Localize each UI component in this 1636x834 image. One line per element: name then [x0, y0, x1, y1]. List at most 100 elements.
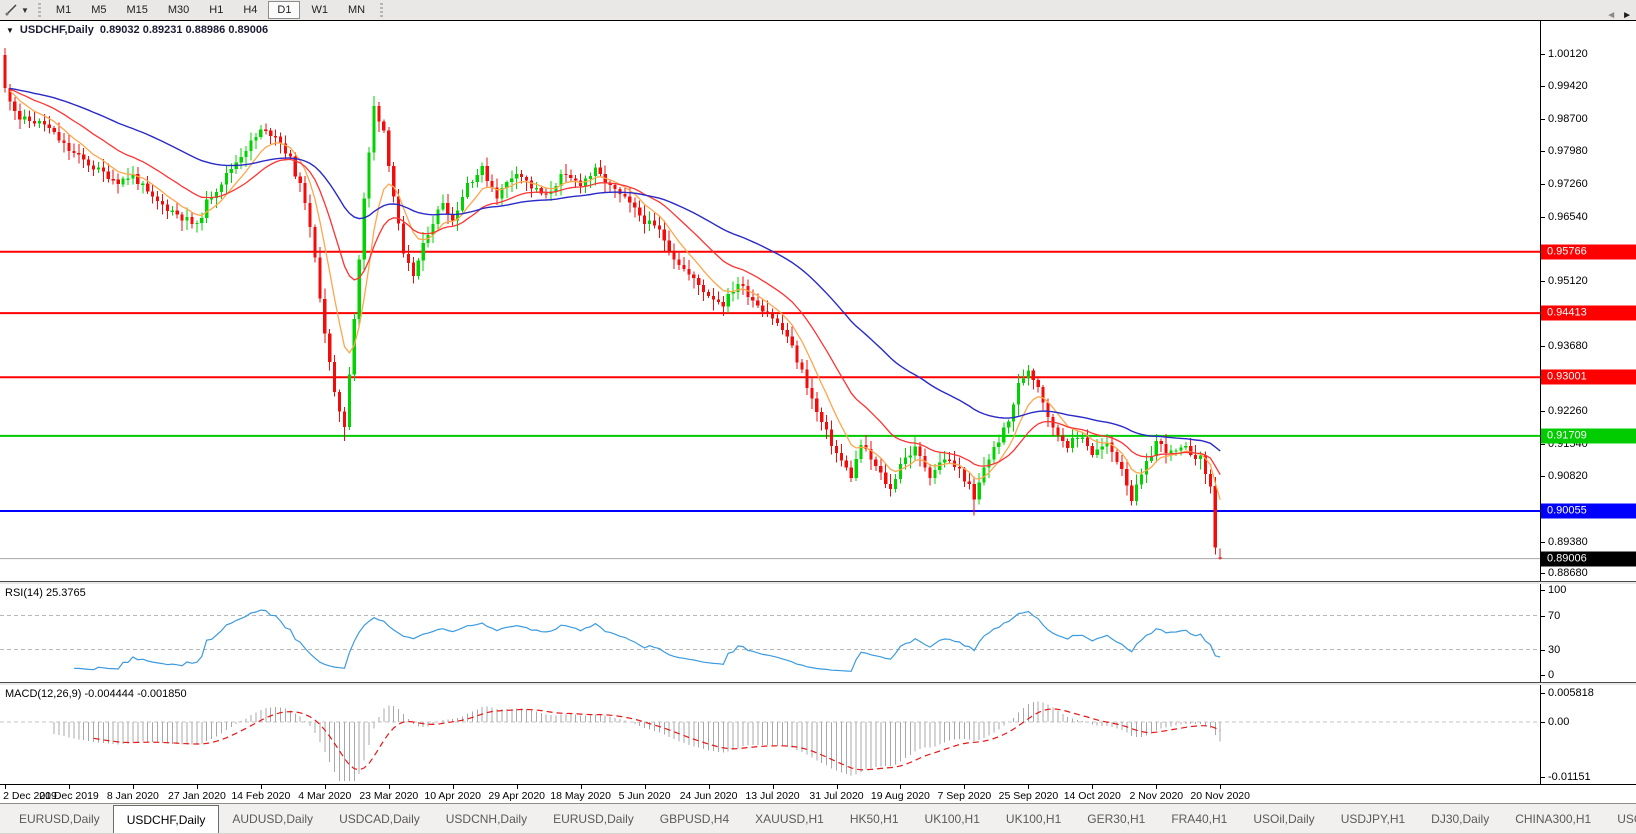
chart-tab-uk100-h1[interactable]: UK100,H1 [993, 804, 1074, 833]
date-tick [1156, 785, 1157, 789]
price-level-badge: 0.90055 [1541, 504, 1636, 519]
date-tick [389, 785, 390, 789]
price-axis-label: 0.99420 [1548, 80, 1588, 92]
price-axis-label: 0.95120 [1548, 275, 1588, 287]
date-tick [197, 785, 198, 789]
date-label: 24 Jun 2020 [680, 790, 738, 802]
date-tick [261, 785, 262, 789]
date-tick [964, 785, 965, 789]
chart-tab-dj30-daily[interactable]: DJ30,Daily [1418, 804, 1502, 833]
chart-tab-usdcnh-daily[interactable]: USDCNH,Daily [433, 804, 540, 833]
date-label: 13 Jul 2020 [745, 790, 799, 802]
date-tick [69, 785, 70, 789]
date-tick [581, 785, 582, 789]
rsi-plot[interactable] [0, 584, 1540, 682]
chart-tab-xauusd-h1[interactable]: XAUUSD,H1 [742, 804, 837, 833]
timeframe-m15[interactable]: M15 [117, 1, 156, 19]
date-label: 23 Mar 2020 [359, 790, 418, 802]
chart-tab-gbpusd-h4[interactable]: GBPUSD,H4 [647, 804, 742, 833]
date-label: 25 Sep 2020 [999, 790, 1059, 802]
chart-tab-audusd-daily[interactable]: AUDUSD,Daily [219, 804, 326, 833]
date-tick [1092, 785, 1093, 789]
price-axis-label: 0.88680 [1548, 567, 1588, 579]
macd-panel: MACD(12,26,9) -0.004444 -0.001850 0.0058… [0, 685, 1636, 784]
date-tick [1028, 785, 1029, 789]
date-label: 14 Feb 2020 [231, 790, 290, 802]
timeframe-m1[interactable]: M1 [47, 1, 80, 19]
chart-tab-uk100-h1[interactable]: UK100,H1 [912, 804, 993, 833]
date-label: 29 Apr 2020 [488, 790, 545, 802]
rsi-label: RSI(14) 25.3765 [5, 587, 86, 599]
chart-tab-ger30-h1[interactable]: GER30,H1 [1074, 804, 1158, 833]
date-label: 10 Apr 2020 [424, 790, 481, 802]
rsi-axis[interactable]: 10070300 [1540, 584, 1636, 682]
chart-symbol-label: USDCHF,Daily [20, 24, 94, 36]
price-axis-label: 0.90820 [1548, 470, 1588, 482]
date-tick [133, 785, 134, 789]
price-axis-label: 0.89380 [1548, 536, 1588, 548]
date-label: 14 Oct 2020 [1064, 790, 1121, 802]
date-label: 5 Jun 2020 [619, 790, 671, 802]
date-label: 31 Jul 2020 [809, 790, 863, 802]
rsi-panel: RSI(14) 25.3765 10070300 [0, 584, 1636, 682]
date-tick [1220, 785, 1221, 789]
chart-title[interactable]: ▼ USDCHF,Daily 0.89032 0.89231 0.88986 0… [6, 24, 268, 36]
macd-axis-label: -0.01151 [1548, 771, 1591, 783]
price-axis-label: 0.97980 [1548, 145, 1588, 157]
date-label: 19 Aug 2020 [871, 790, 930, 802]
price-level-badge: 0.94413 [1541, 306, 1636, 321]
price-axis-label: 0.96540 [1548, 211, 1588, 223]
date-label: 18 May 2020 [550, 790, 611, 802]
date-label: 8 Jan 2020 [107, 790, 159, 802]
date-tick [517, 785, 518, 789]
chart-tab-bar: EURUSD,DailyUSDCHF,DailyAUDUSD,DailyUSDC… [0, 803, 1636, 833]
trendline-tool-icon[interactable] [4, 3, 18, 17]
macd-axis[interactable]: 0.0058180.00-0.01151 [1540, 685, 1636, 784]
chart-tab-usoil-h1[interactable]: USOil,H1 [1604, 804, 1636, 833]
tab-scroll-right-icon[interactable]: ► [1622, 10, 1632, 21]
date-label: 20 Nov 2020 [1190, 790, 1250, 802]
timeframe-m30[interactable]: M30 [159, 1, 198, 19]
tool-dropdown-caret-icon[interactable]: ▼ [21, 6, 29, 15]
chart-ohlc-values: 0.89032 0.89231 0.88986 0.89006 [100, 24, 268, 36]
timeframe-h1[interactable]: H1 [200, 1, 232, 19]
price-axis-label: 0.93680 [1548, 340, 1588, 352]
toolbar-grip[interactable] [38, 3, 41, 17]
date-tick [645, 785, 646, 789]
macd-label: MACD(12,26,9) -0.004444 -0.001850 [5, 688, 187, 700]
chart-tab-usdchf-daily[interactable]: USDCHF,Daily [113, 805, 220, 833]
date-label: 7 Sep 2020 [938, 790, 992, 802]
chart-collapse-icon[interactable]: ▼ [6, 26, 14, 35]
timeframe-m5[interactable]: M5 [82, 1, 115, 19]
price-axis-label: 0.97260 [1548, 178, 1588, 190]
timeframe-mn[interactable]: MN [339, 1, 374, 19]
main-chart-plot[interactable] [0, 21, 1540, 581]
chart-tab-usoil-daily[interactable]: USOil,Daily [1240, 804, 1327, 833]
date-tick [325, 785, 326, 789]
macd-plot[interactable] [0, 685, 1540, 784]
price-axis[interactable]: 1.001200.994200.987000.979800.972600.965… [1540, 21, 1636, 581]
chart-tab-fra40-h1[interactable]: FRA40,H1 [1158, 804, 1240, 833]
date-axis[interactable]: 2 Dec 201920 Dec 20198 Jan 202027 Jan 20… [0, 784, 1636, 804]
date-tick [5, 785, 6, 789]
chart-tab-hk50-h1[interactable]: HK50,H1 [837, 804, 912, 833]
rsi-axis-label: 100 [1548, 584, 1566, 596]
date-label: 4 Mar 2020 [298, 790, 351, 802]
chart-tab-eurusd-daily[interactable]: EURUSD,Daily [6, 804, 113, 833]
current-price-badge: 0.89006 [1541, 551, 1636, 566]
date-label: 20 Dec 2019 [39, 790, 99, 802]
timeframe-h4[interactable]: H4 [234, 1, 266, 19]
date-tick [837, 785, 838, 789]
timeframe-w1[interactable]: W1 [302, 1, 337, 19]
price-level-badge: 0.95766 [1541, 244, 1636, 259]
chart-tab-usdjpy-h1[interactable]: USDJPY,H1 [1328, 804, 1418, 833]
tab-scroll-left-icon[interactable]: ◄ [1606, 10, 1616, 21]
date-tick [453, 785, 454, 789]
chart-tab-china300-h1[interactable]: CHINA300,H1 [1502, 804, 1604, 833]
date-tick [709, 785, 710, 789]
toolbar-grip-2[interactable] [380, 3, 383, 17]
macd-axis-label: 0.005818 [1548, 687, 1594, 699]
chart-tab-eurusd-daily[interactable]: EURUSD,Daily [540, 804, 647, 833]
timeframe-d1[interactable]: D1 [268, 1, 300, 19]
chart-tab-usdcad-daily[interactable]: USDCAD,Daily [326, 804, 433, 833]
